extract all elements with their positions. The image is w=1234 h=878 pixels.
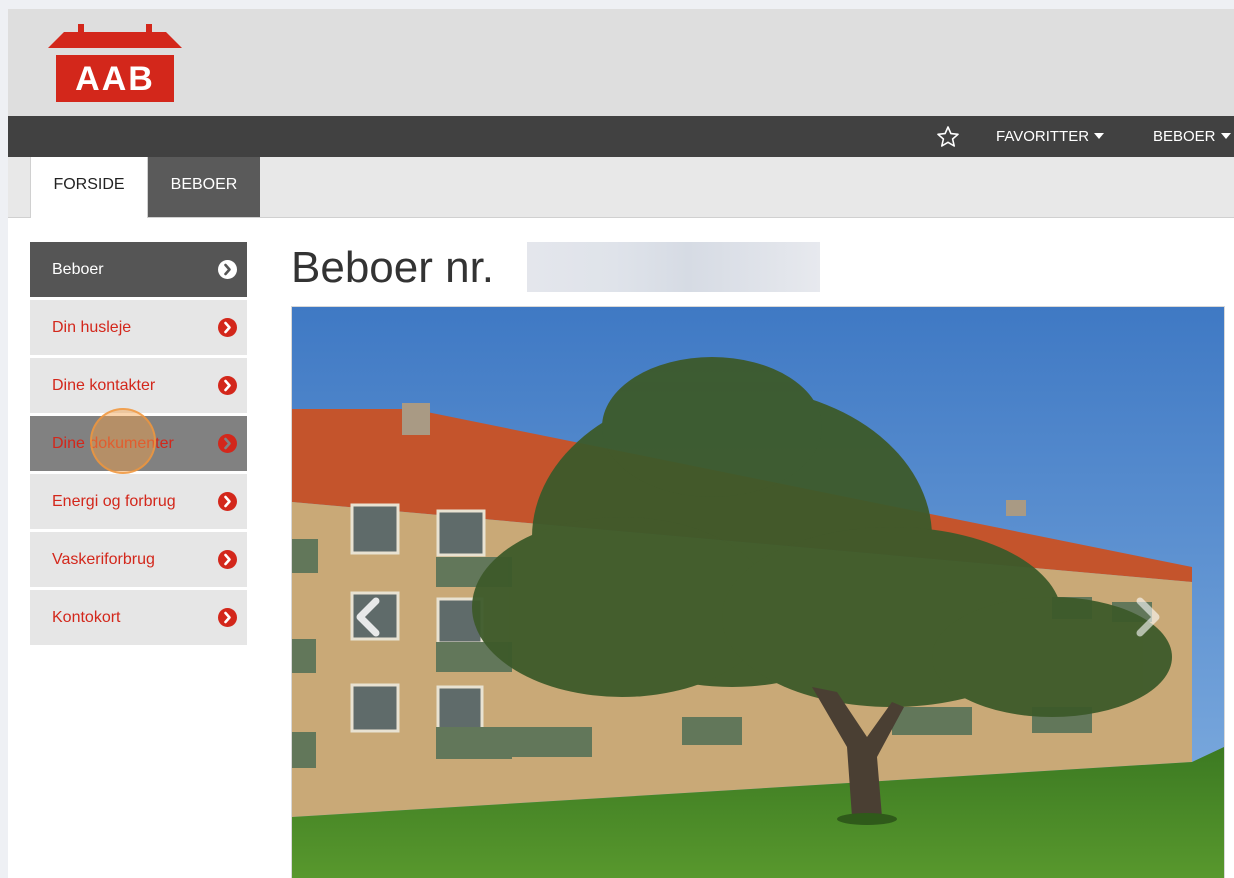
chevron-circle-right-icon bbox=[218, 550, 237, 569]
sidebar-item-label: Energi og forbrug bbox=[52, 493, 176, 510]
tab-forside[interactable]: FORSIDE bbox=[30, 157, 148, 218]
chevron-circle-right-icon bbox=[218, 318, 237, 337]
redacted-resident-number bbox=[527, 242, 820, 292]
sidebar-item-kontokort[interactable]: Kontokort bbox=[30, 590, 247, 645]
sidebar-item-label: Dine dokumenter bbox=[52, 435, 174, 452]
chevron-right-icon[interactable] bbox=[1134, 597, 1164, 637]
sidebar-item-label: Kontokort bbox=[52, 609, 121, 626]
sidebar-item-dine-kontakter[interactable]: Dine kontakter bbox=[30, 358, 247, 413]
sidebar-item-label: Dine kontakter bbox=[52, 377, 156, 394]
chevron-circle-right-icon bbox=[218, 260, 237, 279]
chevron-circle-right-icon bbox=[218, 434, 237, 453]
favorites-menu[interactable]: FAVORITTER bbox=[996, 116, 1105, 157]
resident-menu[interactable]: BEBOER bbox=[1153, 116, 1231, 157]
tab-bar: FORSIDE BEBOER bbox=[8, 157, 1234, 218]
site-header: AAB bbox=[8, 9, 1234, 116]
image-carousel[interactable] bbox=[291, 306, 1225, 878]
sidebar-item-label: Vaskeriforbrug bbox=[52, 551, 155, 568]
top-nav-bar: FAVORITTER BEBOER bbox=[8, 116, 1234, 157]
sidebar-item-beboer[interactable]: Beboer bbox=[30, 242, 247, 297]
page: AAB FAVORITTER BEBOER FORSIDE BEBOER Beb… bbox=[8, 9, 1234, 878]
aab-logo[interactable]: AAB bbox=[48, 24, 182, 102]
carousel-photo bbox=[292, 307, 1224, 878]
sidebar-item-energi-og-forbrug[interactable]: Energi og forbrug bbox=[30, 474, 247, 529]
sidebar-item-label: Beboer bbox=[52, 261, 104, 278]
page-title: Beboer nr. bbox=[291, 243, 495, 292]
chevron-circle-right-icon bbox=[218, 492, 237, 511]
caret-down-icon bbox=[1220, 133, 1231, 139]
chevron-circle-right-icon bbox=[218, 376, 237, 395]
resident-label: BEBOER bbox=[1153, 128, 1216, 145]
sidebar-item-din-husleje[interactable]: Din husleje bbox=[30, 300, 247, 355]
chevron-circle-right-icon bbox=[218, 608, 237, 627]
sidebar-item-vaskeriforbrug[interactable]: Vaskeriforbrug bbox=[30, 532, 247, 587]
sidebar-nav: Beboer Din husleje Dine kontakter Dine d… bbox=[30, 242, 247, 648]
caret-down-icon bbox=[1094, 133, 1105, 139]
sidebar-item-dine-dokumenter[interactable]: Dine dokumenter bbox=[30, 416, 247, 471]
tab-beboer[interactable]: BEBOER bbox=[148, 157, 260, 217]
chevron-left-icon[interactable] bbox=[352, 597, 382, 637]
star-icon[interactable] bbox=[936, 125, 960, 149]
favorites-label: FAVORITTER bbox=[996, 128, 1090, 145]
logo-text: AAB bbox=[75, 60, 155, 98]
sidebar-item-label: Din husleje bbox=[52, 319, 132, 336]
